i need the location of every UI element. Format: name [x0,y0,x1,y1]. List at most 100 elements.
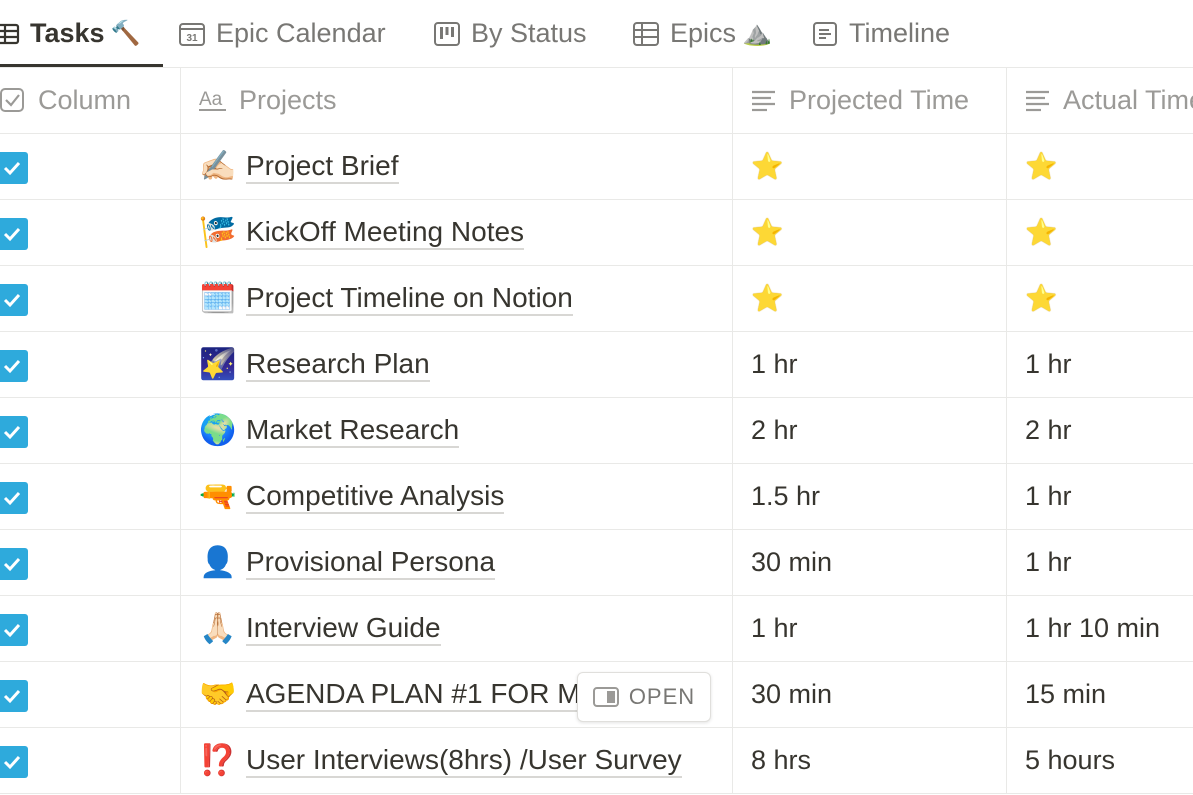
done-cell[interactable] [0,662,180,727]
project-title-link[interactable]: Project Timeline on Notion [246,282,573,316]
actual-time-cell[interactable]: 1 hr [1006,332,1193,397]
checkbox-icon [0,87,26,113]
mountain-icon: ⛰️ [742,20,772,47]
projected-time-cell[interactable]: ⭐ [732,266,1006,331]
tab-epics[interactable]: Epics ⛰️ [632,0,772,67]
table-row[interactable]: 🌍 Market Research 2 hr 2 hr [0,398,1193,464]
table-row[interactable]: ⁉️ User Interviews(8hrs) /User Survey 8 hr… [0,728,1193,794]
checkmark-icon [3,161,21,176]
table-header: Column Aa Projects Projected Time Actual… [0,67,1193,134]
tab-tasks[interactable]: Tasks 🔨 [0,0,140,67]
checkbox[interactable] [0,284,28,316]
done-cell[interactable] [0,332,180,397]
project-title-link[interactable]: Provisional Persona [246,546,496,580]
page-emoji-icon: 🔫 [199,480,237,513]
column-header-projected-time[interactable]: Projected Time [732,67,1006,133]
project-cell[interactable]: 🔫 Competitive Analysis [180,464,732,529]
project-cell[interactable]: ✍🏻 Project Brief [180,134,732,199]
table-row[interactable]: ✍🏻 Project Brief ⭐ ⭐ [0,134,1193,200]
table-row[interactable]: 🗓️ Project Timeline on Notion ⭐ ⭐ [0,266,1193,332]
project-title-link[interactable]: Interview Guide [246,612,441,646]
project-cell[interactable]: 🙏🏻 Interview Guide [180,596,732,661]
done-cell[interactable] [0,530,180,595]
projected-time-cell[interactable]: 2 hr [732,398,1006,463]
table-row[interactable]: 🔫 Competitive Analysis 1.5 hr 1 hr [0,464,1193,530]
actual-time-cell[interactable]: 5 hours [1006,728,1193,793]
tab-by-status[interactable]: By Status [433,0,587,67]
done-cell[interactable] [0,464,180,529]
project-cell[interactable]: 🌠 Research Plan [180,332,732,397]
checkbox[interactable] [0,680,28,712]
column-header-column[interactable]: Column [0,67,180,133]
tab-label: Tasks [30,18,105,48]
done-cell[interactable] [0,266,180,331]
projected-time-value: 1 hr [751,613,798,643]
open-page-button[interactable]: OPEN [577,672,711,722]
project-title-link[interactable]: Market Research [246,414,460,448]
projected-time-value: 2 hr [751,415,798,445]
project-cell[interactable]: 👤 Provisional Persona [180,530,732,595]
actual-time-cell[interactable]: 2 hr [1006,398,1193,463]
page-emoji-icon: ⁉️ [199,744,237,777]
actual-time-value: 1 hr [1025,547,1072,577]
actual-time-cell[interactable]: ⭐ [1006,200,1193,265]
projected-time-cell[interactable]: 8 hrs [732,728,1006,793]
svg-text:Aa: Aa [199,89,223,110]
project-title-link[interactable]: KickOff Meeting Notes [246,216,525,250]
table-row[interactable]: 🙏🏻 Interview Guide 1 hr 1 hr 10 min [0,596,1193,662]
project-title-link[interactable]: AGENDA PLAN #1 FOR M [246,678,581,712]
checkbox[interactable] [0,482,28,514]
tab-label: By Status [471,18,587,48]
table-row[interactable]: 🎏 KickOff Meeting Notes ⭐ ⭐ [0,200,1193,266]
projected-time-cell[interactable]: 1 hr [732,332,1006,397]
checkbox[interactable] [0,218,28,250]
project-title-link[interactable]: Project Brief [246,150,399,184]
tab-timeline[interactable]: Timeline [811,0,950,67]
actual-time-cell[interactable]: 1 hr [1006,464,1193,529]
title-aa-icon: Aa [199,87,227,113]
projected-time-cell[interactable]: ⭐ [732,134,1006,199]
checkbox[interactable] [0,746,28,778]
project-title-link[interactable]: User Interviews(8hrs) /User Survey [246,744,682,778]
done-cell[interactable] [0,200,180,265]
projected-time-cell[interactable]: 30 min [732,662,1006,727]
projected-time-value: 30 min [751,679,833,709]
projected-time-value: ⭐ [751,217,784,247]
checkbox[interactable] [0,614,28,646]
done-cell[interactable] [0,134,180,199]
checkbox[interactable] [0,548,28,580]
column-header-actual-time[interactable]: Actual Time [1006,67,1193,133]
checkbox[interactable] [0,416,28,448]
text-lines-icon [751,88,777,112]
projected-time-cell[interactable]: 1 hr [732,596,1006,661]
actual-time-cell[interactable]: 15 min [1006,662,1193,727]
project-cell[interactable]: 🗓️ Project Timeline on Notion [180,266,732,331]
checkmark-icon [3,359,21,374]
project-cell[interactable]: ⁉️ User Interviews(8hrs) /User Survey [180,728,732,793]
table-row[interactable]: 👤 Provisional Persona 30 min 1 hr [0,530,1193,596]
project-cell[interactable]: 🌍 Market Research [180,398,732,463]
board-icon [433,21,461,47]
done-cell[interactable] [0,398,180,463]
actual-time-cell[interactable]: ⭐ [1006,266,1193,331]
tab-epic-calendar[interactable]: 31 Epic Calendar [178,0,386,67]
projected-time-cell[interactable]: 1.5 hr [732,464,1006,529]
project-cell[interactable]: 🎏 KickOff Meeting Notes [180,200,732,265]
table-row[interactable]: 🌠 Research Plan 1 hr 1 hr [0,332,1193,398]
actual-time-cell[interactable]: ⭐ [1006,134,1193,199]
done-cell[interactable] [0,596,180,661]
projected-time-cell[interactable]: ⭐ [732,200,1006,265]
calendar-icon: 31 [178,21,206,47]
checkbox[interactable] [0,350,28,382]
actual-time-cell[interactable]: 1 hr 10 min [1006,596,1193,661]
projected-time-cell[interactable]: 30 min [732,530,1006,595]
project-title-link[interactable]: Competitive Analysis [246,480,505,514]
actual-time-cell[interactable]: 1 hr [1006,530,1193,595]
column-header-projects[interactable]: Aa Projects [180,67,732,133]
done-cell[interactable] [0,728,180,793]
page-emoji-icon: 🌍 [199,414,237,447]
projected-time-value: 30 min [751,547,833,577]
project-title-link[interactable]: Research Plan [246,348,430,382]
actual-time-value: 1 hr 10 min [1025,613,1161,643]
checkbox[interactable] [0,152,28,184]
